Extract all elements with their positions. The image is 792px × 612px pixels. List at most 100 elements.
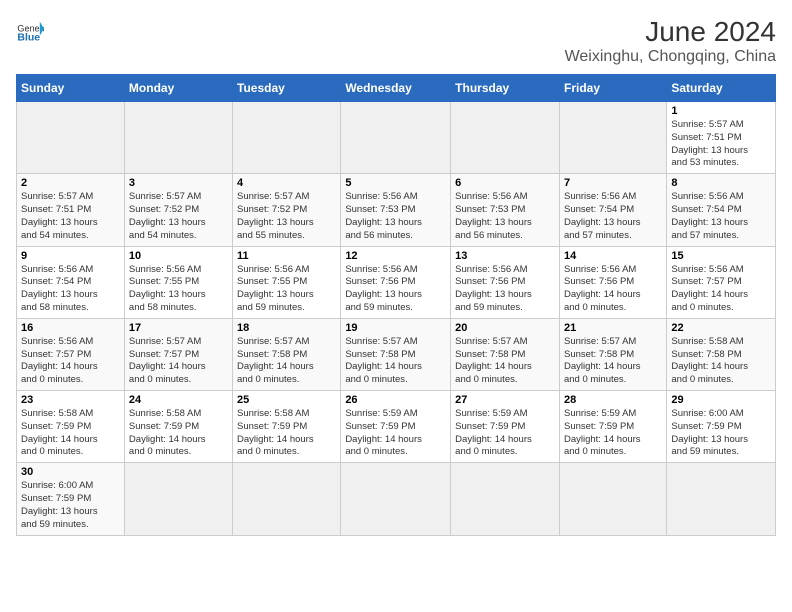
day-number: 6 — [455, 177, 555, 189]
day-number: 20 — [455, 322, 555, 334]
day-info: Sunrise: 5:57 AM Sunset: 7:58 PM Dayligh… — [345, 336, 446, 387]
day-info: Sunrise: 5:56 AM Sunset: 7:53 PM Dayligh… — [455, 191, 555, 242]
day-number: 5 — [345, 177, 446, 189]
day-cell: 25 Sunrise: 5:58 AM Sunset: 7:59 PM Dayli… — [233, 391, 341, 463]
day-info: Sunrise: 5:57 AM Sunset: 7:58 PM Dayligh… — [237, 336, 336, 387]
day-number: 13 — [455, 250, 555, 262]
day-number: 28 — [564, 394, 662, 406]
day-info: Sunrise: 5:58 AM Sunset: 7:59 PM Dayligh… — [237, 408, 336, 459]
day-info: Sunrise: 5:59 AM Sunset: 7:59 PM Dayligh… — [455, 408, 555, 459]
day-number: 3 — [129, 177, 228, 189]
col-header-sunday: Sunday — [17, 75, 125, 102]
week-row-4: 16Sunrise: 5:56 AM Sunset: 7:57 PM Dayli… — [17, 318, 776, 390]
day-info: Sunrise: 5:56 AM Sunset: 7:53 PM Dayligh… — [345, 191, 446, 242]
day-number: 30 — [21, 466, 120, 478]
week-row-5: 23 Sunrise: 5:58 AM Sunset: 7:59 PM Dayli… — [17, 391, 776, 463]
day-info: Sunrise: 5:56 AM Sunset: 7:55 PM Dayligh… — [237, 264, 336, 315]
day-info: Sunrise: 5:57 AM Sunset: 7:52 PM Dayligh… — [129, 191, 228, 242]
day-cell: 24 Sunrise: 5:58 AM Sunset: 7:59 PM Dayli… — [124, 391, 232, 463]
day-info: Sunrise: 5:57 AM Sunset: 7:51 PM Dayligh… — [21, 191, 120, 242]
day-cell: 18 Sunrise: 5:57 AM Sunset: 7:58 PM Dayli… — [233, 318, 341, 390]
day-number: 10 — [129, 250, 228, 262]
day-cell: 9Sunrise: 5:56 AM Sunset: 7:54 PM Daylig… — [17, 246, 125, 318]
day-number: 25 — [237, 394, 336, 406]
day-number: 1 — [671, 105, 771, 117]
day-number: 19 — [345, 322, 446, 334]
day-cell — [667, 463, 776, 535]
calendar-table: SundayMondayTuesdayWednesdayThursdayFrid… — [16, 74, 776, 536]
day-cell: 5 Sunrise: 5:56 AM Sunset: 7:53 PM Daylig… — [341, 174, 451, 246]
week-row-3: 9Sunrise: 5:56 AM Sunset: 7:54 PM Daylig… — [17, 246, 776, 318]
day-number: 27 — [455, 394, 555, 406]
logo-icon: General Blue — [16, 16, 44, 44]
day-number: 18 — [237, 322, 336, 334]
day-cell — [341, 463, 451, 535]
day-cell: 17 Sunrise: 5:57 AM Sunset: 7:57 PM Dayli… — [124, 318, 232, 390]
day-number: 11 — [237, 250, 336, 262]
day-info: Sunrise: 5:58 AM Sunset: 7:59 PM Dayligh… — [129, 408, 228, 459]
day-cell — [124, 463, 232, 535]
day-info: Sunrise: 5:56 AM Sunset: 7:54 PM Dayligh… — [671, 191, 771, 242]
day-number: 12 — [345, 250, 446, 262]
day-info: Sunrise: 5:56 AM Sunset: 7:54 PM Dayligh… — [564, 191, 662, 242]
day-info: Sunrise: 5:58 AM Sunset: 7:59 PM Dayligh… — [21, 408, 120, 459]
day-cell: 28 Sunrise: 5:59 AM Sunset: 7:59 PM Dayli… — [559, 391, 666, 463]
svg-text:Blue: Blue — [17, 32, 40, 44]
header: General Blue June 2024 Weixinghu, Chongq… — [16, 16, 776, 66]
day-cell: 2 Sunrise: 5:57 AM Sunset: 7:51 PM Daylig… — [17, 174, 125, 246]
day-cell: 16Sunrise: 5:56 AM Sunset: 7:57 PM Dayli… — [17, 318, 125, 390]
week-row-1: 1 Sunrise: 5:57 AM Sunset: 7:51 PM Daylig… — [17, 102, 776, 174]
day-number: 29 — [671, 394, 771, 406]
day-info: Sunrise: 5:57 AM Sunset: 7:58 PM Dayligh… — [455, 336, 555, 387]
day-info: Sunrise: 5:59 AM Sunset: 7:59 PM Dayligh… — [564, 408, 662, 459]
day-cell: 1 Sunrise: 5:57 AM Sunset: 7:51 PM Daylig… — [667, 102, 776, 174]
day-cell: 7Sunrise: 5:56 AM Sunset: 7:54 PM Daylig… — [559, 174, 666, 246]
col-header-thursday: Thursday — [451, 75, 560, 102]
week-row-2: 2 Sunrise: 5:57 AM Sunset: 7:51 PM Daylig… — [17, 174, 776, 246]
day-number: 23 — [21, 394, 120, 406]
day-number: 17 — [129, 322, 228, 334]
day-cell: 29Sunrise: 6:00 AM Sunset: 7:59 PM Dayli… — [667, 391, 776, 463]
day-info: Sunrise: 5:56 AM Sunset: 7:56 PM Dayligh… — [564, 264, 662, 315]
day-number: 24 — [129, 394, 228, 406]
subtitle: Weixinghu, Chongqing, China — [565, 48, 776, 66]
day-info: Sunrise: 5:59 AM Sunset: 7:59 PM Dayligh… — [345, 408, 446, 459]
day-cell: 11 Sunrise: 5:56 AM Sunset: 7:55 PM Dayli… — [233, 246, 341, 318]
day-cell — [451, 102, 560, 174]
day-cell — [233, 463, 341, 535]
header-row: SundayMondayTuesdayWednesdayThursdayFrid… — [17, 75, 776, 102]
day-number: 21 — [564, 322, 662, 334]
day-cell: 14Sunrise: 5:56 AM Sunset: 7:56 PM Dayli… — [559, 246, 666, 318]
day-number: 22 — [671, 322, 771, 334]
day-number: 2 — [21, 177, 120, 189]
day-info: Sunrise: 5:56 AM Sunset: 7:57 PM Dayligh… — [671, 264, 771, 315]
day-cell: 8Sunrise: 5:56 AM Sunset: 7:54 PM Daylig… — [667, 174, 776, 246]
day-cell: 6 Sunrise: 5:56 AM Sunset: 7:53 PM Daylig… — [451, 174, 560, 246]
day-info: Sunrise: 5:56 AM Sunset: 7:54 PM Dayligh… — [21, 264, 120, 315]
day-info: Sunrise: 5:57 AM Sunset: 7:57 PM Dayligh… — [129, 336, 228, 387]
day-number: 15 — [671, 250, 771, 262]
day-info: Sunrise: 5:58 AM Sunset: 7:58 PM Dayligh… — [671, 336, 771, 387]
day-info: Sunrise: 5:57 AM Sunset: 7:52 PM Dayligh… — [237, 191, 336, 242]
day-number: 16 — [21, 322, 120, 334]
day-cell — [124, 102, 232, 174]
day-number: 26 — [345, 394, 446, 406]
col-header-tuesday: Tuesday — [233, 75, 341, 102]
day-cell: 26 Sunrise: 5:59 AM Sunset: 7:59 PM Dayli… — [341, 391, 451, 463]
day-info: Sunrise: 5:57 AM Sunset: 7:51 PM Dayligh… — [671, 119, 771, 170]
logo: General Blue — [16, 16, 44, 44]
day-cell: 21Sunrise: 5:57 AM Sunset: 7:58 PM Dayli… — [559, 318, 666, 390]
title-block: June 2024 Weixinghu, Chongqing, China — [565, 16, 776, 66]
day-cell: 19 Sunrise: 5:57 AM Sunset: 7:58 PM Dayli… — [341, 318, 451, 390]
day-cell: 23 Sunrise: 5:58 AM Sunset: 7:59 PM Dayli… — [17, 391, 125, 463]
day-cell: 30Sunrise: 6:00 AM Sunset: 7:59 PM Dayli… — [17, 463, 125, 535]
col-header-monday: Monday — [124, 75, 232, 102]
day-number: 4 — [237, 177, 336, 189]
col-header-wednesday: Wednesday — [341, 75, 451, 102]
week-row-6: 30Sunrise: 6:00 AM Sunset: 7:59 PM Dayli… — [17, 463, 776, 535]
day-cell — [341, 102, 451, 174]
day-info: Sunrise: 5:56 AM Sunset: 7:56 PM Dayligh… — [345, 264, 446, 315]
day-cell: 12 Sunrise: 5:56 AM Sunset: 7:56 PM Dayli… — [341, 246, 451, 318]
day-cell: 27 Sunrise: 5:59 AM Sunset: 7:59 PM Dayli… — [451, 391, 560, 463]
day-cell: 10Sunrise: 5:56 AM Sunset: 7:55 PM Dayli… — [124, 246, 232, 318]
